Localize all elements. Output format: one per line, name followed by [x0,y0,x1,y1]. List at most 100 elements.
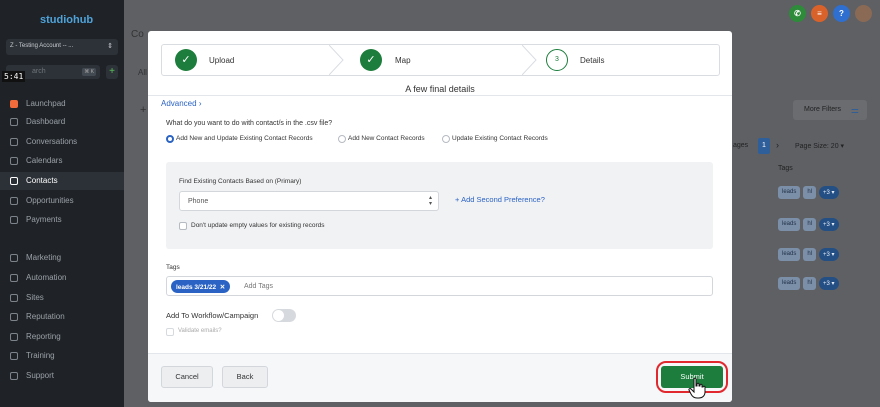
book-icon [10,352,18,360]
tag-chip: hl [803,186,817,199]
sidebar-item-label: Marketing [26,253,62,262]
quick-add-button[interactable]: + [106,65,118,79]
sidebar-item-reputation[interactable]: Reputation [0,308,124,326]
advanced-link[interactable]: Advanced › [161,99,202,108]
sidebar-item-sites[interactable]: Sites [0,289,124,307]
chevron-right-icon: › [198,99,202,108]
workflow-label: Add To Workflow/Campaign [166,311,259,320]
sidebar-item-support[interactable]: Support [0,367,124,385]
avatar[interactable] [855,5,872,22]
back-button[interactable]: Back [222,366,268,388]
sidebar-item-label: Payments [26,215,62,224]
dashboard-icon [10,118,18,126]
sidebar-item-label: Support [26,371,55,380]
step-upload: ✓ Upload [175,45,325,75]
toggle-knob [273,310,284,321]
page-number-button[interactable]: 1 [758,138,770,154]
chevron-down-icon: ▾ [840,143,845,150]
import-details-modal: ✓ Upload ✓ Map 3 Details A few final det… [148,31,732,402]
sidebar-item-label: Reporting [26,332,61,341]
more-filters-button[interactable]: More Filters ⚌ [793,100,867,120]
page-title: Co [131,29,144,40]
more-filters-label: More Filters [804,106,841,113]
tag-chip: leads [778,248,801,261]
chat-icon [10,138,18,146]
table-row: leads hl +3 ▾ [778,248,839,261]
validate-emails-checkbox[interactable]: Validate emails? [166,328,222,336]
sidebar-item-label: Automation [26,273,67,282]
step-label: Upload [209,56,235,65]
tag-chip: hl [803,248,817,261]
modal-heading: A few final details [405,84,475,94]
help-button[interactable]: ? [833,5,850,22]
sidebar-item-payments[interactable]: Payments [0,211,124,229]
import-stepper: ✓ Upload ✓ Map 3 Details [161,44,720,76]
sidebar: studiohub Z - Testing Account -- ... ⇕ a… [0,0,124,407]
sidebar-item-launchpad[interactable]: Launchpad [0,95,124,113]
sidebar-item-label: Calendars [26,156,63,165]
dont-update-empty-checkbox[interactable]: Don't update empty values for existing r… [179,222,324,230]
table-row: leads hl +3 ▾ [778,277,839,290]
sidebar-item-calendars[interactable]: Calendars [0,152,124,170]
add-second-preference-link[interactable]: + Add Second Preference? [455,195,545,204]
more-tags-chip[interactable]: +3 ▾ [819,248,839,261]
tab-all[interactable]: All [138,68,147,77]
page-size-select[interactable]: Page Size: 20 ▾ [795,142,844,150]
tag-chip: hl [803,218,817,231]
find-existing-label: Find Existing Contacts Based on (Primary… [179,178,302,185]
checkbox-label: Validate emails? [178,328,222,334]
sidebar-item-training[interactable]: Training [0,347,124,365]
table-row: leads hl +3 ▾ [778,218,839,231]
phone-icon[interactable]: ✆ [789,5,806,22]
step-number: 3 [546,49,568,71]
step-separator [522,45,537,75]
advanced-label: Advanced [161,99,197,108]
search-placeholder: arch [32,68,46,75]
radio-selected-icon [166,135,174,143]
sidebar-item-reporting[interactable]: Reporting [0,328,124,346]
sidebar-item-contacts[interactable]: Contacts [0,172,124,190]
automation-icon [10,274,18,282]
list-icon[interactable]: ≡ [811,5,828,22]
table-row: leads hl +3 ▾ [778,186,839,199]
send-icon [10,254,18,262]
workflow-toggle[interactable] [272,309,296,322]
search-shortcut: ⌘ K [82,68,96,76]
tags-column-header: Tags [778,165,793,172]
primary-preference-select[interactable]: Phone ▴ ▾ [179,191,439,211]
more-tags-chip[interactable]: +3 ▾ [819,277,839,290]
more-tags-chip[interactable]: +3 ▾ [819,218,839,231]
tag-chip: leads [778,277,801,290]
cancel-button[interactable]: Cancel [161,366,213,388]
sidebar-item-automation[interactable]: Automation [0,269,124,287]
checkbox-icon [166,328,174,336]
tag-chip[interactable]: leads 3/21/22 ✕ [171,280,231,293]
add-contact-icon[interactable]: + [140,104,146,116]
tags-input[interactable]: leads 3/21/22 ✕ Add Tags [166,276,713,296]
sidebar-item-label: Dashboard [26,117,66,126]
step-label: Details [580,56,605,65]
radio-add-new[interactable]: Add New Contact Records [338,135,425,143]
chevron-right-icon[interactable]: › [776,140,779,150]
sidebar-item-label: Conversations [26,137,78,146]
close-icon[interactable]: ✕ [218,284,225,291]
sidebar-item-conversations[interactable]: Conversations [0,133,124,151]
account-switcher[interactable]: Z - Testing Account -- ... ⇕ [6,39,118,55]
hand-cursor-icon [688,377,706,399]
more-tags-count: +3 [823,281,830,287]
more-tags-chip[interactable]: +3 ▾ [819,186,839,199]
more-tags-count: +3 [823,252,830,258]
radio-unselected-icon [338,135,346,143]
topbar-actions: ✆ ≡ ? [789,5,872,22]
sidebar-item-opportunities[interactable]: Opportunities [0,192,124,210]
radio-update-existing[interactable]: Update Existing Contact Records [442,135,548,143]
funnel-icon [10,197,18,205]
radio-add-and-update[interactable]: Add New and Update Existing Contact Reco… [166,135,313,143]
calendar-icon [10,157,18,165]
tags-placeholder: Add Tags [244,283,274,290]
sidebar-item-dashboard[interactable]: Dashboard [0,113,124,131]
check-icon: ✓ [175,49,197,71]
tag-chip-label: leads 3/21/22 [176,284,217,291]
sidebar-item-label: Reputation [26,312,65,321]
sidebar-item-marketing[interactable]: Marketing [0,249,124,267]
